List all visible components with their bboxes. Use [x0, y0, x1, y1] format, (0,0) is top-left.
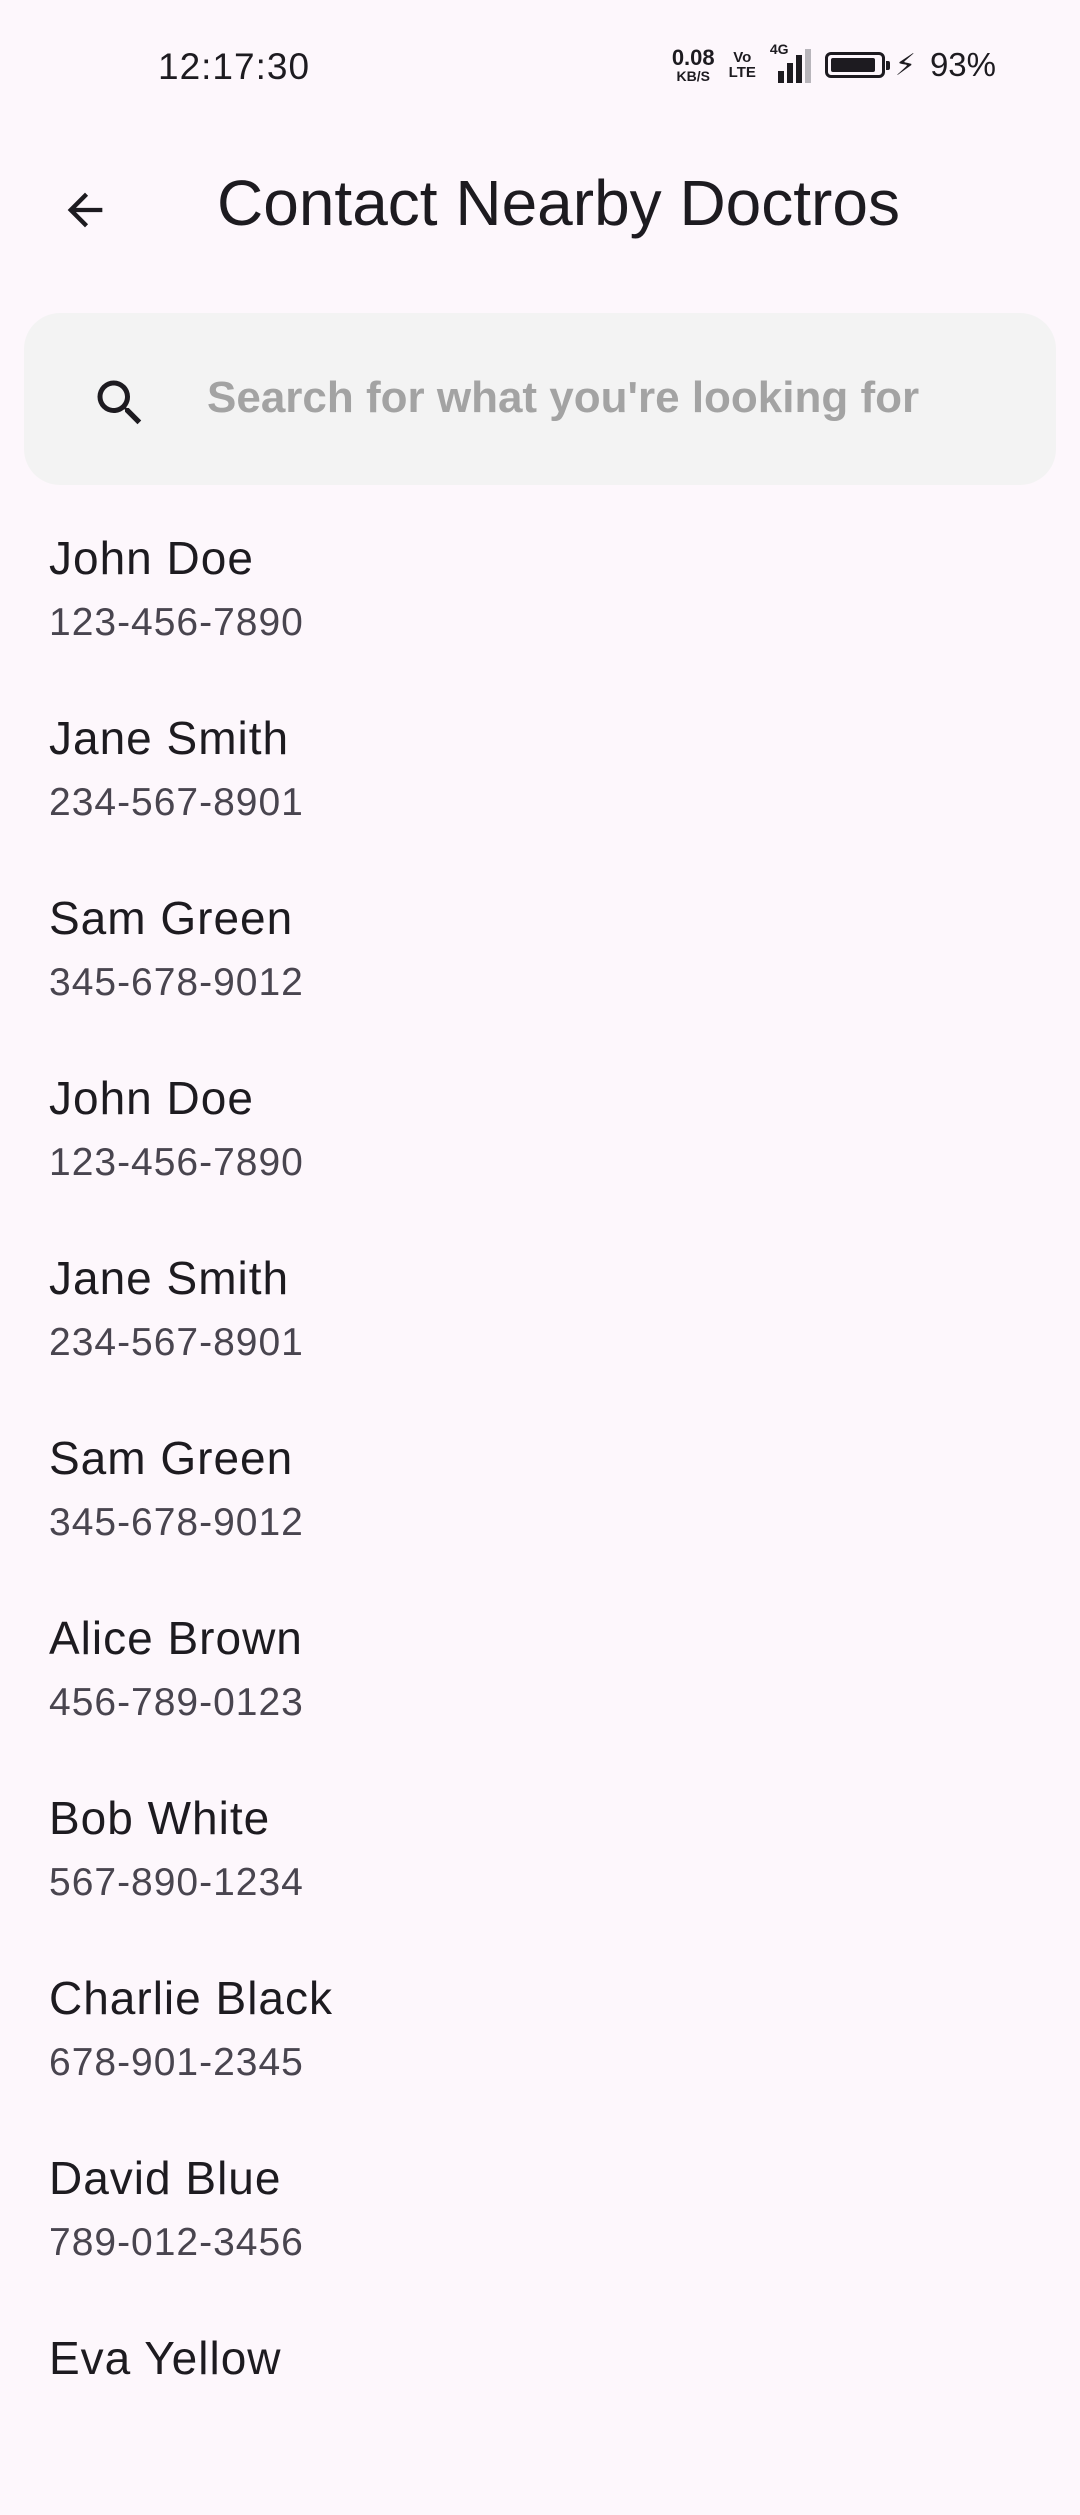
- contact-phone: 123-456-7890: [49, 1141, 304, 1184]
- contact-phone: 567-890-1234: [49, 1861, 304, 1904]
- back-button[interactable]: [40, 165, 130, 255]
- status-bar: 12:17:30 0.08 KB/S Vo LTE 4G ⚡︎ 93%: [0, 0, 1080, 130]
- search-bar[interactable]: [24, 313, 1056, 485]
- contact-item[interactable]: David Blue 789-012-3456: [0, 2155, 1080, 2335]
- contact-name: Sam Green: [49, 892, 294, 944]
- contact-phone: 345-678-9012: [49, 1501, 304, 1544]
- signal-bar: [777, 71, 784, 83]
- contact-item[interactable]: Alice Brown 456-789-0123: [0, 1615, 1080, 1795]
- contact-name: David Blue: [49, 2152, 282, 2204]
- battery-percent: 93%: [929, 46, 996, 83]
- status-icons: 0.08 KB/S Vo LTE 4G ⚡︎ 93%: [671, 41, 996, 86]
- battery-fill: [830, 58, 876, 72]
- network-speed-value: 0.08: [671, 45, 715, 70]
- contact-item[interactable]: Jane Smith 234-567-8901: [0, 1255, 1080, 1435]
- contact-name: John Doe: [49, 1072, 254, 1124]
- contact-item[interactable]: Charlie Black 678-901-2345: [0, 1975, 1080, 2155]
- contact-item[interactable]: Sam Green 345-678-9012: [0, 895, 1080, 1075]
- contact-name: Bob White: [49, 1792, 271, 1844]
- signal-bar: [795, 55, 802, 83]
- contact-item[interactable]: Bob White 567-890-1234: [0, 1795, 1080, 1975]
- network-speed: 0.08 KB/S: [671, 45, 715, 84]
- page-title: Contact Nearby Doctros: [217, 167, 900, 239]
- contact-name: Jane Smith: [49, 1252, 290, 1304]
- contact-item[interactable]: John Doe 123-456-7890: [0, 1075, 1080, 1255]
- contact-phone: 789-012-3456: [49, 2221, 304, 2264]
- signal-icon: 4G: [770, 41, 811, 83]
- charging-icon: ⚡︎: [894, 48, 916, 82]
- contact-list: John Doe 123-456-7890 Jane Smith 234-567…: [0, 535, 1080, 2515]
- contact-name: John Doe: [49, 532, 254, 584]
- contact-name: Jane Smith: [49, 712, 290, 764]
- status-time: 12:17:30: [158, 46, 311, 87]
- contact-phone: 456-789-0123: [49, 1681, 304, 1724]
- contact-phone: 678-901-2345: [49, 2041, 304, 2084]
- contact-item[interactable]: Eva Yellow: [0, 2335, 1080, 2515]
- battery-icon: [824, 52, 890, 78]
- contact-name: Alice Brown: [49, 1612, 303, 1664]
- contact-name: Sam Green: [49, 1432, 294, 1484]
- volte-bottom: LTE: [728, 64, 756, 81]
- contact-phone: 345-678-9012: [49, 961, 304, 1004]
- network-type: 4G: [769, 41, 789, 57]
- contact-item[interactable]: Jane Smith 234-567-8901: [0, 715, 1080, 895]
- signal-bar: [786, 63, 793, 83]
- contact-phone: 234-567-8901: [49, 781, 304, 824]
- app-bar: Contact Nearby Doctros: [0, 130, 1080, 280]
- search-icon: [80, 363, 160, 443]
- volte-top: Vo: [733, 49, 752, 66]
- contact-name: Charlie Black: [49, 1972, 333, 2024]
- search-input[interactable]: [207, 353, 1027, 443]
- signal-bar: [804, 49, 811, 83]
- arrow-back-icon: [67, 192, 103, 228]
- volte-icon: Vo LTE: [729, 50, 756, 80]
- contact-phone: 123-456-7890: [49, 601, 304, 644]
- contact-phone: 234-567-8901: [49, 1321, 304, 1364]
- network-speed-unit: KB/S: [676, 68, 710, 84]
- contact-item[interactable]: John Doe 123-456-7890: [0, 535, 1080, 715]
- contact-name: Eva Yellow: [49, 2332, 282, 2384]
- contact-item[interactable]: Sam Green 345-678-9012: [0, 1435, 1080, 1615]
